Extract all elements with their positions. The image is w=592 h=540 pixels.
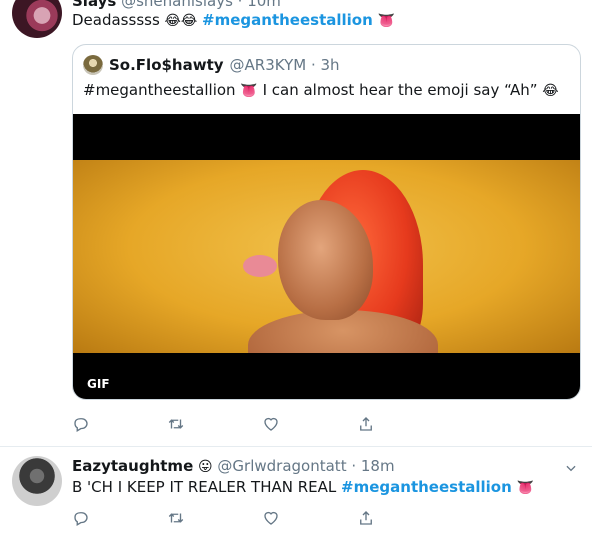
tweet-text: Deadasssss 😂😂 #megantheestallion 👅 <box>72 11 395 29</box>
reply-icon <box>74 512 88 526</box>
gif-tongue <box>243 255 277 277</box>
reply-icon <box>74 418 88 432</box>
tongue-emoji: 👅 <box>516 480 534 496</box>
avatar[interactable] <box>12 456 62 506</box>
handle-time[interactable]: @Grlwdragontatt · 18m <box>217 457 394 475</box>
hashtag-link[interactable]: #megantheestallion <box>202 11 373 29</box>
laughing-emoji: 😂 <box>542 83 559 99</box>
quoted-display-name: So.Flo$hawty <box>109 56 224 74</box>
tweet[interactable]: Slays @shehanislays · 10m Deadasssss 😂😂 … <box>0 0 592 446</box>
gif-media[interactable]: GIF <box>73 114 580 399</box>
tweet-header: Slays @shehanislays · 10m <box>72 0 281 10</box>
share-icon <box>360 417 372 431</box>
tweet-actions <box>72 507 452 529</box>
quoted-text-body: I can almost hear the emoji say “Ah” <box>262 81 543 99</box>
gif-badge: GIF <box>82 375 115 393</box>
tweet[interactable]: Eazytaughtme 😛 @Grlwdragontatt · 18m B '… <box>0 446 592 540</box>
quoted-tweet-text: #megantheestallion 👅 I can almost hear t… <box>83 81 559 99</box>
chevron-down-icon <box>566 465 576 472</box>
display-name[interactable]: Slays <box>72 0 116 10</box>
reply-button[interactable] <box>72 413 167 435</box>
quoted-handle-time: @AR3KYM · 3h <box>229 56 340 74</box>
share-button[interactable] <box>357 507 452 529</box>
tongue-out-emoji: 😛 <box>198 459 213 475</box>
retweet-button[interactable] <box>167 413 262 435</box>
tweet-header: Eazytaughtme 😛 @Grlwdragontatt · 18m <box>72 457 395 475</box>
tongue-emoji: 👅 <box>240 83 258 99</box>
like-button[interactable] <box>262 507 357 529</box>
tweet-text-body: Deadasssss <box>72 11 160 29</box>
tweet-text: B 'CH I KEEP IT REALER THAN REAL #megant… <box>72 478 534 496</box>
heart-icon <box>264 511 278 525</box>
share-icon <box>360 511 372 525</box>
retweet-button[interactable] <box>167 507 262 529</box>
reply-button[interactable] <box>72 507 167 529</box>
avatar[interactable] <box>12 0 62 38</box>
more-menu-button[interactable] <box>564 461 578 479</box>
tongue-emoji: 👅 <box>377 13 396 29</box>
display-name[interactable]: Eazytaughtme <box>72 457 193 475</box>
tweet-text-body: B 'CH I KEEP IT REALER THAN REAL <box>72 478 342 496</box>
tweet-actions <box>72 413 452 435</box>
quoted-tweet[interactable]: So.Flo$hawty @AR3KYM · 3h #megantheestal… <box>72 44 581 400</box>
hashtag-link[interactable]: #megantheestallion <box>341 478 512 496</box>
gif-frame <box>73 160 580 353</box>
quoted-tweet-header: So.Flo$hawty @AR3KYM · 3h <box>83 55 340 75</box>
like-button[interactable] <box>262 413 357 435</box>
laughing-emoji: 😂😂 <box>164 13 198 29</box>
quoted-hashtag: #megantheestallion <box>83 81 236 99</box>
handle-time[interactable]: @shehanislays · 10m <box>121 0 281 10</box>
retweet-icon <box>168 513 184 523</box>
heart-icon <box>264 417 278 431</box>
quoted-avatar <box>83 55 103 75</box>
share-button[interactable] <box>357 413 452 435</box>
retweet-icon <box>168 419 184 429</box>
